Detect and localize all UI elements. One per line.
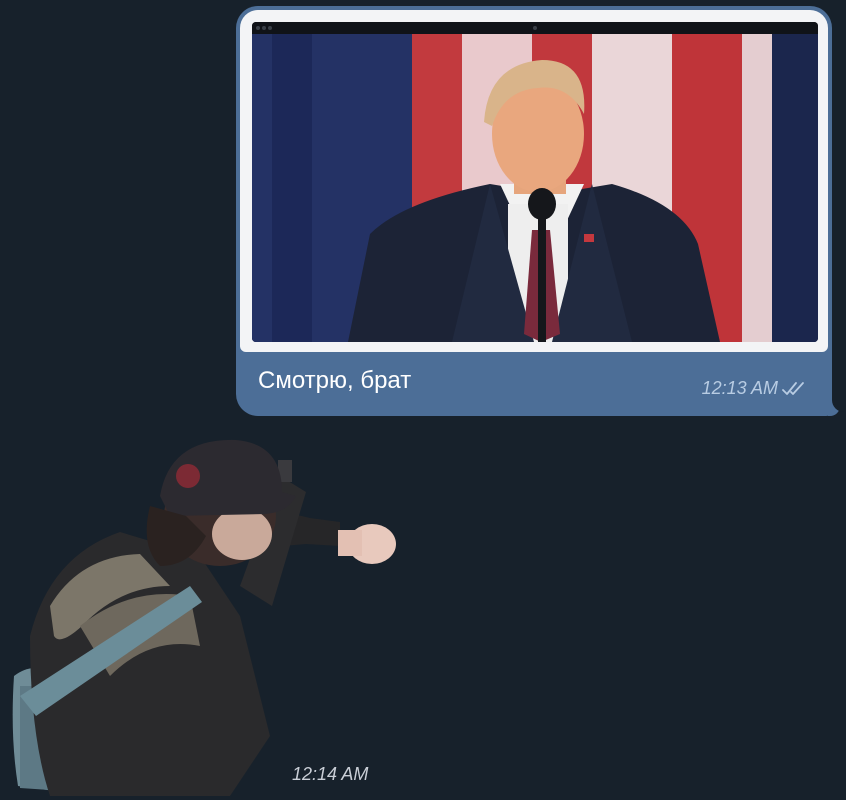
video-screenshot: ← [252,22,818,342]
message-text: Смотрю, брат [258,367,412,394]
message-photo[interactable]: ← [240,10,828,352]
window-titlebar [252,22,818,34]
outgoing-message-bubble[interactable]: ← [236,6,844,416]
window-dot [262,26,266,30]
chat-history: ← [0,0,846,800]
double-check-read-icon [782,381,804,395]
speaker-scene [252,34,818,342]
window-dot [256,26,260,30]
window-dot [533,26,537,30]
person-with-camera-sticker[interactable] [10,436,406,796]
bubble-tail [828,400,844,416]
window-dot [268,26,272,30]
message-time: 12:13 AM [701,378,778,398]
sticker-time: 12:14 AM [292,764,369,784]
message-meta: 12:13 AM [702,378,808,399]
